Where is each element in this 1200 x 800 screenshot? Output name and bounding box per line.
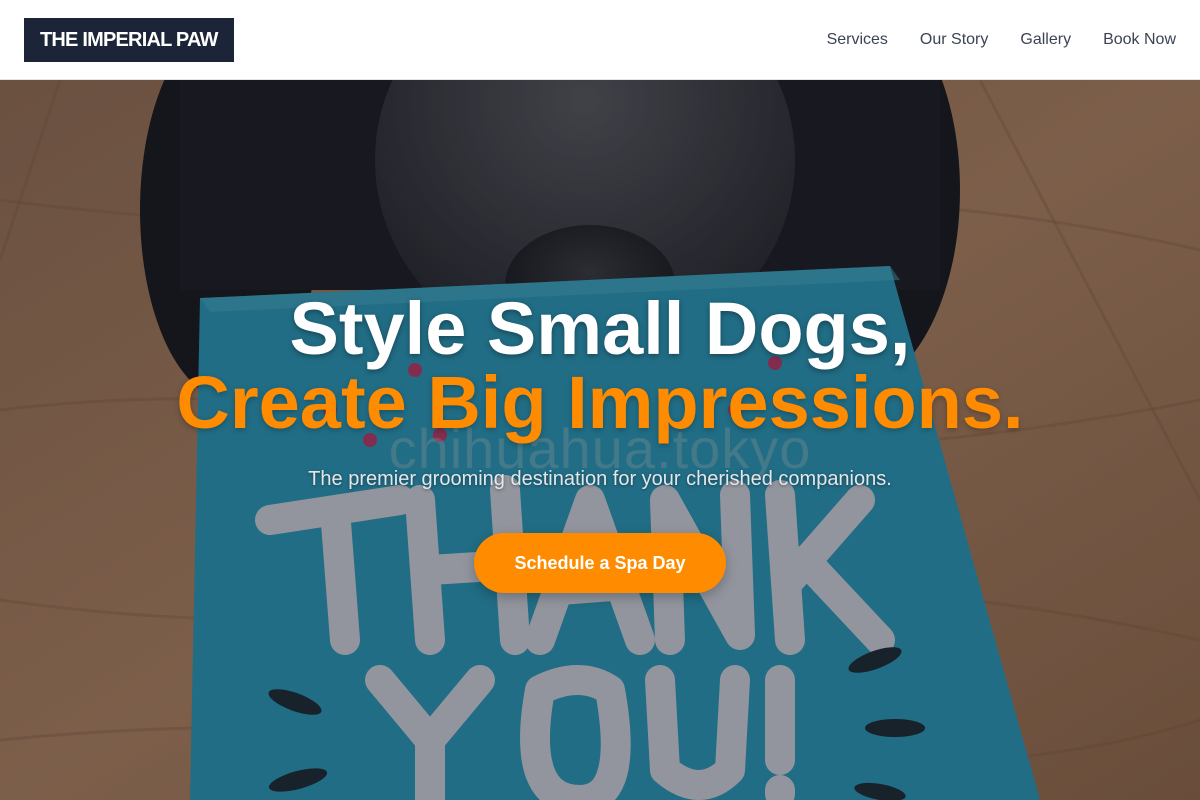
nav-link-our-story[interactable]: Our Story (920, 31, 988, 49)
hero-content: Style Small Dogs, Create Big Impressions… (0, 292, 1200, 593)
page: THE IMPERIAL PAW Services Our Story Gall… (0, 0, 1200, 800)
main-nav: Services Our Story Gallery Book Now (827, 0, 1176, 80)
nav-link-book-now[interactable]: Book Now (1103, 31, 1176, 49)
hero-section: chihuahua.tokyo Style Small Dogs, Create… (0, 80, 1200, 800)
site-header: THE IMPERIAL PAW Services Our Story Gall… (0, 0, 1200, 80)
nav-link-services[interactable]: Services (827, 31, 888, 49)
hero-headline-line2: Create Big Impressions. (176, 361, 1024, 444)
nav-link-gallery[interactable]: Gallery (1020, 31, 1071, 49)
schedule-spa-day-button[interactable]: Schedule a Spa Day (474, 533, 726, 593)
hero-headline-line1: Style Small Dogs, (289, 287, 911, 370)
site-logo[interactable]: THE IMPERIAL PAW (24, 18, 234, 62)
hero-subtitle: The premier grooming destination for you… (308, 468, 892, 490)
